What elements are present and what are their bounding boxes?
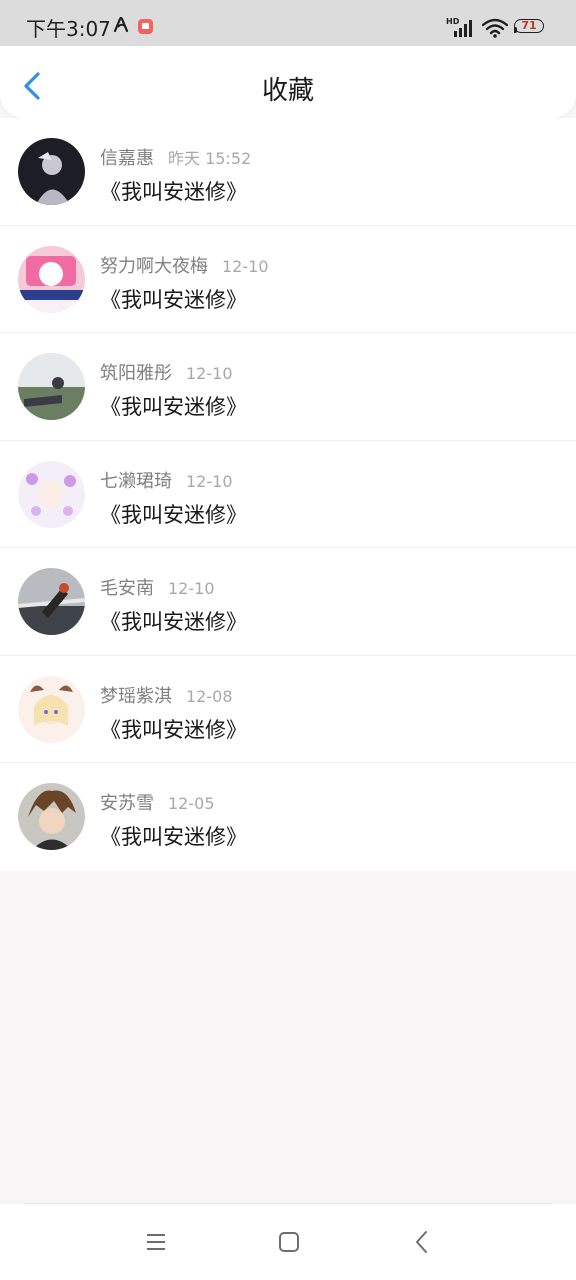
- user-name: 筑阳雅彤: [100, 363, 172, 384]
- favorites-list: 信嘉惠 昨天 15:52 《我叫安迷修》 努力啊大夜梅 12-10 《我叫安迷修》: [0, 118, 576, 871]
- item-title: 《我叫安迷修》: [100, 180, 247, 204]
- avatar[interactable]: [18, 353, 85, 420]
- meta-line: 努力啊大夜梅 12-10: [100, 252, 269, 278]
- item-title: 《我叫安迷修》: [100, 717, 247, 742]
- timestamp: 12-10: [168, 579, 215, 598]
- list-item[interactable]: 七濑珺琦 12-10 《我叫安迷修》: [0, 441, 576, 548]
- home-square-icon[interactable]: [277, 1230, 301, 1254]
- avatar[interactable]: [18, 568, 85, 635]
- timestamp: 昨天 15:52: [168, 149, 252, 168]
- meta-line: 七濑珺琦 12-10: [100, 467, 233, 493]
- system-nav-bar: [0, 1204, 576, 1280]
- list-item[interactable]: 梦瑶紫淇 12-08 《我叫安迷修》: [0, 656, 576, 763]
- meta-line: 毛安南 12-10: [100, 574, 215, 600]
- item-title: 《我叫安迷修》: [100, 825, 247, 849]
- avatar[interactable]: [18, 675, 85, 743]
- item-title: 《我叫安迷修》: [100, 610, 247, 634]
- list-item[interactable]: 毛安南 12-10 《我叫安迷修》: [0, 548, 576, 656]
- item-title: 《我叫安迷修》: [100, 287, 247, 312]
- avatar[interactable]: [18, 245, 85, 313]
- list-item[interactable]: 安苏雪 12-05 《我叫安迷修》: [0, 763, 576, 871]
- battery-level: 71: [521, 19, 537, 32]
- meta-line: 梦瑶紫淇 12-08: [100, 682, 233, 708]
- user-name: 安苏雪: [100, 793, 154, 814]
- timestamp: 12-10: [186, 364, 233, 383]
- avatar[interactable]: [18, 460, 85, 528]
- timestamp: 12-08: [186, 686, 233, 706]
- back-triangle-icon[interactable]: [410, 1229, 434, 1255]
- user-name: 努力啊大夜梅: [100, 255, 208, 277]
- user-name: 信嘉惠: [100, 148, 154, 169]
- avatar[interactable]: [18, 783, 85, 850]
- user-name: 梦瑶紫淇: [100, 685, 172, 707]
- status-time: 下午3:07: [26, 17, 111, 41]
- wifi-icon: [482, 18, 508, 38]
- item-title: 《我叫安迷修》: [100, 395, 247, 419]
- list-item[interactable]: 努力啊大夜梅 12-10 《我叫安迷修》: [0, 226, 576, 333]
- user-name: 七濑珺琦: [100, 470, 172, 492]
- page-title: 收藏: [261, 76, 314, 106]
- timestamp: 12-10: [186, 471, 233, 491]
- meta-line: 安苏雪 12-05: [100, 789, 215, 815]
- list-item[interactable]: 筑阳雅彤 12-10 《我叫安迷修》: [0, 333, 576, 441]
- svg-text:HD: HD: [446, 17, 460, 26]
- timestamp: 12-10: [222, 256, 269, 276]
- item-title: 《我叫安迷修》: [100, 502, 247, 527]
- list-item[interactable]: 信嘉惠 昨天 15:52 《我叫安迷修》: [0, 118, 576, 226]
- signal-icon: HD: [446, 17, 472, 37]
- app-notification-icon: [113, 16, 129, 33]
- timestamp: 12-05: [168, 794, 215, 813]
- user-name: 毛安南: [100, 578, 154, 599]
- meta-line: 信嘉惠 昨天 15:52: [100, 144, 251, 170]
- menu-icon[interactable]: [144, 1230, 168, 1254]
- battery-icon: 71: [514, 19, 544, 33]
- avatar[interactable]: [18, 138, 85, 205]
- meta-line: 筑阳雅彤 12-10: [100, 359, 233, 385]
- header-bar: 收藏: [0, 46, 576, 118]
- status-bar: 下午3:07 HD 71: [0, 0, 576, 46]
- battery-tip: [514, 27, 517, 33]
- notification-badge-icon: [138, 19, 153, 34]
